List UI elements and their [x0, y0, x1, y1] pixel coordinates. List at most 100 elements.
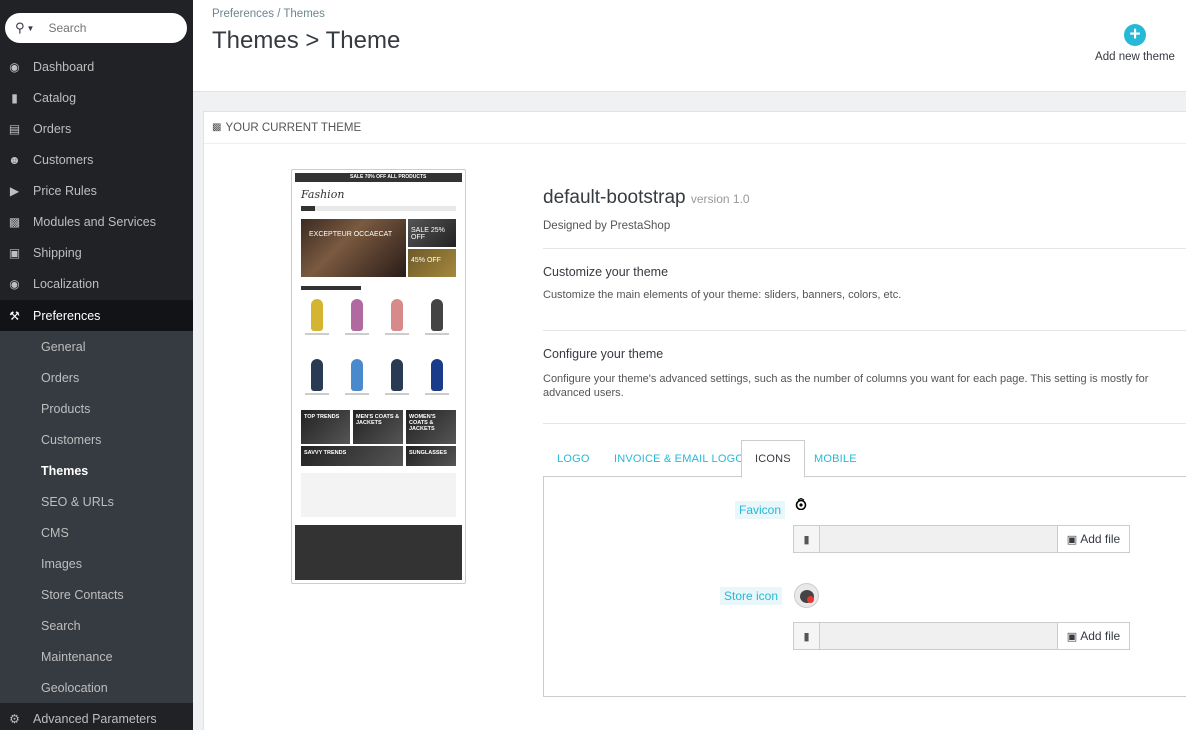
search-input[interactable]	[48, 21, 159, 35]
submenu-item-themes[interactable]: Themes	[0, 455, 193, 486]
preview-block: TOP TRENDS	[301, 410, 350, 444]
preview-block: WOMEN'S COATS & JACKETS	[406, 410, 456, 444]
preview-product	[423, 297, 451, 339]
preview-banner: EXCEPTEUR OCCAECAT	[301, 219, 406, 277]
preview-block-text: WOMEN'S COATS & JACKETS	[409, 414, 436, 432]
preview-tabs	[301, 286, 361, 290]
submenu-item-label: Store Contacts	[41, 587, 124, 602]
store-icon-filename-field[interactable]	[820, 623, 1058, 649]
submenu-item-label: Images	[41, 556, 82, 571]
sidebar-item-label: Customers	[33, 152, 94, 167]
breadcrumb[interactable]: Preferences / Themes	[212, 8, 325, 20]
submenu-item-label: Geolocation	[41, 680, 108, 695]
tab-logo[interactable]: LOGO	[557, 440, 590, 477]
sidebar-item-orders[interactable]: ▤ Orders	[0, 113, 193, 144]
add-new-theme-label: Add new theme	[1095, 51, 1175, 63]
favicon-label: Favicon	[735, 501, 786, 519]
preview-product	[383, 297, 411, 339]
credit-card-icon: ▤	[8, 121, 21, 136]
submenu-item-label: SEO & URLs	[41, 494, 114, 509]
submenu-item-products[interactable]: Products	[0, 393, 193, 424]
folder-open-icon: ▣	[1066, 533, 1078, 546]
wrench-icon: ⚒	[9, 308, 20, 323]
preview-block-text: TOP TRENDS	[304, 414, 340, 420]
submenu-item-seo-urls[interactable]: SEO & URLs	[0, 486, 193, 517]
preview-product	[423, 357, 451, 399]
submenu-item-store-contacts[interactable]: Store Contacts	[0, 579, 193, 610]
sidebar-item-localization[interactable]: ◉ Localization	[0, 268, 193, 299]
submenu-item-label: CMS	[41, 525, 69, 540]
tab-label: INVOICE & EMAIL LOGOS	[614, 452, 752, 465]
favicon-filename-field[interactable]	[820, 526, 1058, 552]
preview-topbar: SALE 70% OFF ALL PRODUCTS	[295, 173, 462, 182]
preview-sale-1-text: SALE 25% OFF	[411, 227, 445, 241]
preview-logo: Fashion	[301, 188, 345, 201]
add-file-label: Add file	[1080, 532, 1121, 546]
preview-banner-text: EXCEPTEUR OCCAECAT	[309, 231, 393, 238]
sidebar-item-customers[interactable]: ☻ Customers	[0, 144, 193, 175]
submenu-item-search[interactable]: Search	[0, 610, 193, 641]
sidebar-item-preferences[interactable]: ⚒ Preferences	[0, 300, 193, 331]
submenu-item-label: Orders	[41, 370, 80, 385]
current-theme-panel: ▩ YOUR CURRENT THEME SALE 70% OFF ALL PR…	[203, 111, 1186, 730]
tab-label: ICONS	[755, 453, 791, 465]
sidebar-item-dashboard[interactable]: ◉ Dashboard	[0, 51, 193, 82]
sidebar-item-label: Preferences	[33, 308, 101, 323]
theme-preview-image: SALE 70% OFF ALL PRODUCTS Fashion EXCEPT…	[291, 169, 466, 584]
panel-heading-label: YOUR CURRENT THEME	[225, 121, 362, 134]
theme-version: version 1.0	[690, 192, 750, 206]
folder-open-icon: ▣	[1066, 630, 1078, 643]
store-icon-add-file-button[interactable]: ▣ Add file	[1058, 623, 1129, 649]
truck-icon: ▣	[8, 245, 21, 260]
search-icon[interactable]: ⚲	[15, 20, 25, 36]
divider	[543, 423, 1186, 424]
sidebar-item-shipping[interactable]: ▣ Shipping	[0, 237, 193, 268]
add-new-theme-button[interactable]: + Add new theme	[1090, 24, 1180, 63]
submenu-item-orders[interactable]: Orders	[0, 362, 193, 393]
sidebar-item-label: Price Rules	[33, 183, 97, 198]
panel-heading: ▩ YOUR CURRENT THEME	[204, 112, 1186, 144]
page-header: Preferences / Themes Themes > Theme + Ad…	[193, 0, 1186, 92]
tab-invoice-email-logos[interactable]: INVOICE & EMAIL LOGOS	[614, 440, 752, 477]
favicon-file-input[interactable]: ▮ ▣ Add file	[793, 525, 1130, 553]
preview-info-section	[301, 473, 456, 517]
preview-block-text: MEN'S COATS & JACKETS	[356, 414, 400, 426]
store-icon-file-input[interactable]: ▮ ▣ Add file	[793, 622, 1130, 650]
caret-down-icon[interactable]: ▼	[27, 24, 35, 33]
preview-block: SUNGLASSES	[406, 446, 456, 466]
theme-name: default-bootstrap version 1.0	[543, 187, 750, 209]
sidebar-item-advanced-parameters[interactable]: ⚙ Advanced Parameters	[0, 703, 193, 730]
preview-product	[383, 357, 411, 399]
sidebar-item-label: Modules and Services	[33, 214, 156, 229]
favicon-add-file-button[interactable]: ▣ Add file	[1058, 526, 1129, 552]
configure-theme-link[interactable]: Configure your theme	[543, 347, 663, 361]
submenu-item-images[interactable]: Images	[0, 548, 193, 579]
submenu-item-geolocation[interactable]: Geolocation	[0, 672, 193, 703]
submenu-item-label: General	[41, 339, 86, 354]
submenu-item-label: Maintenance	[41, 649, 113, 664]
sidebar-item-label: Advanced Parameters	[33, 711, 157, 726]
sidebar-item-modules[interactable]: ▩ Modules and Services	[0, 206, 193, 237]
submenu-item-cms[interactable]: CMS	[0, 517, 193, 548]
submenu-item-maintenance[interactable]: Maintenance	[0, 641, 193, 672]
sidebar-item-catalog[interactable]: ▮ Catalog	[0, 82, 193, 113]
preview-sale-1: SALE 25% OFF	[408, 219, 456, 247]
file-icon: ▮	[794, 623, 820, 649]
preview-product	[343, 357, 371, 399]
tab-mobile[interactable]: MOBILE	[814, 440, 857, 477]
tab-icons[interactable]: ICONS	[741, 440, 805, 478]
file-icon: ▮	[794, 526, 820, 552]
preview-product	[343, 297, 371, 339]
divider	[543, 248, 1186, 249]
sidebar-item-price-rules[interactable]: ▶ Price Rules	[0, 175, 193, 206]
customize-theme-link[interactable]: Customize your theme	[543, 265, 668, 279]
submenu-item-customers[interactable]: Customers	[0, 424, 193, 455]
add-file-label: Add file	[1080, 629, 1121, 643]
search-box[interactable]: ⚲ ▼	[5, 13, 187, 43]
submenu-item-label: Search	[41, 618, 81, 633]
sidebar-item-label: Orders	[33, 121, 72, 136]
plus-circle-icon: +	[1124, 24, 1146, 46]
sidebar-item-label: Catalog	[33, 90, 77, 105]
submenu-item-general[interactable]: General	[0, 331, 193, 362]
theme-name-text: default-bootstrap	[543, 187, 686, 208]
